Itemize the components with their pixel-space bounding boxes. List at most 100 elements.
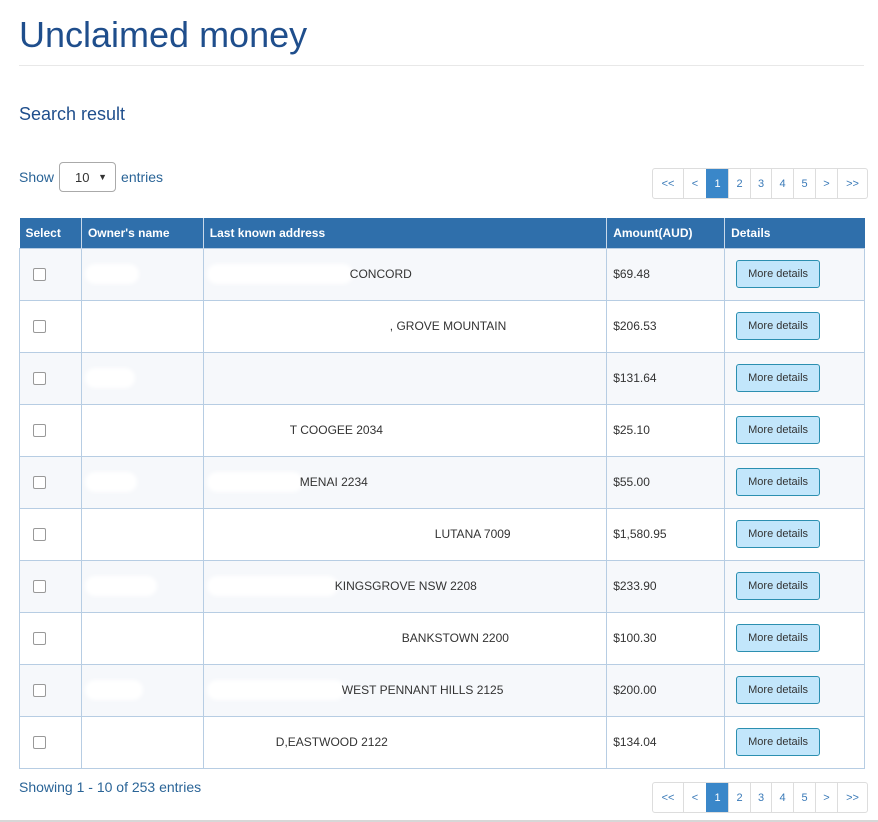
select-cell <box>19 715 82 769</box>
select-cell <box>19 299 82 353</box>
more-details-button[interactable]: More details <box>736 468 821 496</box>
page-3-button[interactable]: 3 <box>750 169 771 198</box>
row-checkbox[interactable] <box>33 476 46 490</box>
address-cell: LUTANA 7009 <box>202 507 608 561</box>
redacted-name <box>87 371 132 386</box>
amount-cell: $134.04 <box>606 715 726 769</box>
redacted-name <box>87 475 134 490</box>
amount-cell: $69.48 <box>606 247 726 301</box>
page-last-button[interactable]: >> <box>837 783 867 812</box>
more-details-button[interactable]: More details <box>736 416 821 444</box>
owner-name-cell <box>80 299 204 353</box>
address-text: BANKSTOWN 2200 <box>401 630 509 645</box>
page-first-button[interactable]: << <box>653 783 683 812</box>
owner-name-cell <box>80 455 204 509</box>
address-text: LUTANA 7009 <box>434 526 511 541</box>
details-cell: More details <box>724 559 865 613</box>
address-cell: CONCORD <box>202 247 608 301</box>
page-prev-button[interactable]: < <box>683 169 706 198</box>
page-prev-button[interactable]: < <box>683 783 706 812</box>
page-4-button[interactable]: 4 <box>771 783 793 812</box>
address-text: WEST PENNANT HILLS 2125 <box>341 682 504 697</box>
redacted-address <box>209 267 350 282</box>
redacted-address <box>209 527 435 542</box>
address-text: CONCORD <box>349 266 412 281</box>
more-details-button[interactable]: More details <box>736 572 821 600</box>
entries-select[interactable]: 10 ▼ <box>59 162 117 192</box>
page-2-button[interactable]: 2 <box>728 169 750 198</box>
redacted-name <box>87 423 138 438</box>
entries-control: Show 10 ▼ entries <box>19 162 163 192</box>
table-row: WEST PENNANT HILLS 2125 $200.00 More det… <box>19 663 865 717</box>
row-checkbox[interactable] <box>33 528 46 542</box>
page-last-button[interactable]: >> <box>837 169 867 198</box>
more-details-button[interactable]: More details <box>736 676 821 704</box>
amount-cell: $131.64 <box>606 351 726 405</box>
redacted-name <box>87 579 154 594</box>
page-4-button[interactable]: 4 <box>771 169 793 198</box>
select-cell <box>19 507 82 561</box>
more-details-button[interactable]: More details <box>736 260 821 288</box>
table-row: , GROVE MOUNTAIN $206.53 More details <box>19 299 865 353</box>
row-checkbox[interactable] <box>33 320 46 334</box>
page-5-button[interactable]: 5 <box>793 783 815 812</box>
header-owner-name: Owner's name <box>81 218 204 248</box>
owner-name-cell <box>80 715 204 769</box>
amount-cell: $233.90 <box>606 559 726 613</box>
owner-name-cell <box>80 559 204 613</box>
address-cell: BANKSTOWN 2200 <box>202 611 608 665</box>
owner-name-cell <box>80 507 204 561</box>
row-checkbox[interactable] <box>33 424 46 438</box>
more-details-button[interactable]: More details <box>736 312 821 340</box>
address-cell: WEST PENNANT HILLS 2125 <box>202 663 608 717</box>
more-details-button[interactable]: More details <box>736 520 821 548</box>
amount-cell: $25.10 <box>606 403 726 457</box>
table-row: CONCORD $69.48 More details <box>19 247 865 301</box>
page-first-button[interactable]: << <box>653 169 683 198</box>
row-checkbox[interactable] <box>33 580 46 594</box>
pagination-top: << < 1 2 3 4 5 > >> <box>652 168 868 199</box>
row-checkbox[interactable] <box>33 736 46 750</box>
details-cell: More details <box>724 247 865 301</box>
row-checkbox[interactable] <box>33 372 46 386</box>
redacted-address <box>209 631 402 646</box>
more-details-button[interactable]: More details <box>736 364 821 392</box>
more-details-button[interactable]: More details <box>736 624 821 652</box>
page-3-button[interactable]: 3 <box>750 783 771 812</box>
select-cell <box>19 611 82 665</box>
page-next-button[interactable]: > <box>815 783 837 812</box>
table-header-row: Select Owner's name Last known address A… <box>19 218 865 248</box>
details-cell: More details <box>724 663 865 717</box>
page-2-button[interactable]: 2 <box>728 783 750 812</box>
amount-cell: $206.53 <box>606 299 726 353</box>
row-checkbox[interactable] <box>33 684 46 698</box>
page-1-button[interactable]: 1 <box>706 169 728 198</box>
showing-entries-text: Showing 1 - 10 of 253 entries <box>19 779 202 795</box>
page-5-button[interactable]: 5 <box>793 169 815 198</box>
more-details-button[interactable]: More details <box>736 728 821 756</box>
page-title: Unclaimed money <box>19 14 308 55</box>
redacted-name <box>87 683 140 698</box>
table-row: BANKSTOWN 2200 $100.30 More details <box>19 611 865 665</box>
table-row: KINGSGROVE NSW 2208 $233.90 More details <box>19 559 865 613</box>
redacted-address <box>209 319 390 334</box>
show-label: Show <box>19 169 55 185</box>
owner-name-cell <box>80 351 204 405</box>
row-checkbox[interactable] <box>33 268 46 282</box>
amount-cell: $200.00 <box>606 663 726 717</box>
page-next-button[interactable]: > <box>815 169 837 198</box>
address-cell: MENAI 2234 <box>202 455 608 509</box>
table-row: D,EASTWOOD 2122 $134.04 More details <box>19 715 865 769</box>
address-text: , GROVE MOUNTAIN <box>389 318 507 333</box>
row-checkbox[interactable] <box>33 632 46 646</box>
pagination-bottom: << < 1 2 3 4 5 > >> <box>652 782 868 813</box>
redacted-name <box>87 527 138 542</box>
header-address: Last known address <box>203 218 608 248</box>
amount-cell: $100.30 <box>606 611 726 665</box>
title-divider <box>19 65 864 66</box>
details-cell: More details <box>724 351 865 405</box>
page-1-button[interactable]: 1 <box>706 783 728 812</box>
redacted-name <box>87 631 138 646</box>
redacted-name <box>87 319 138 334</box>
details-cell: More details <box>724 403 865 457</box>
